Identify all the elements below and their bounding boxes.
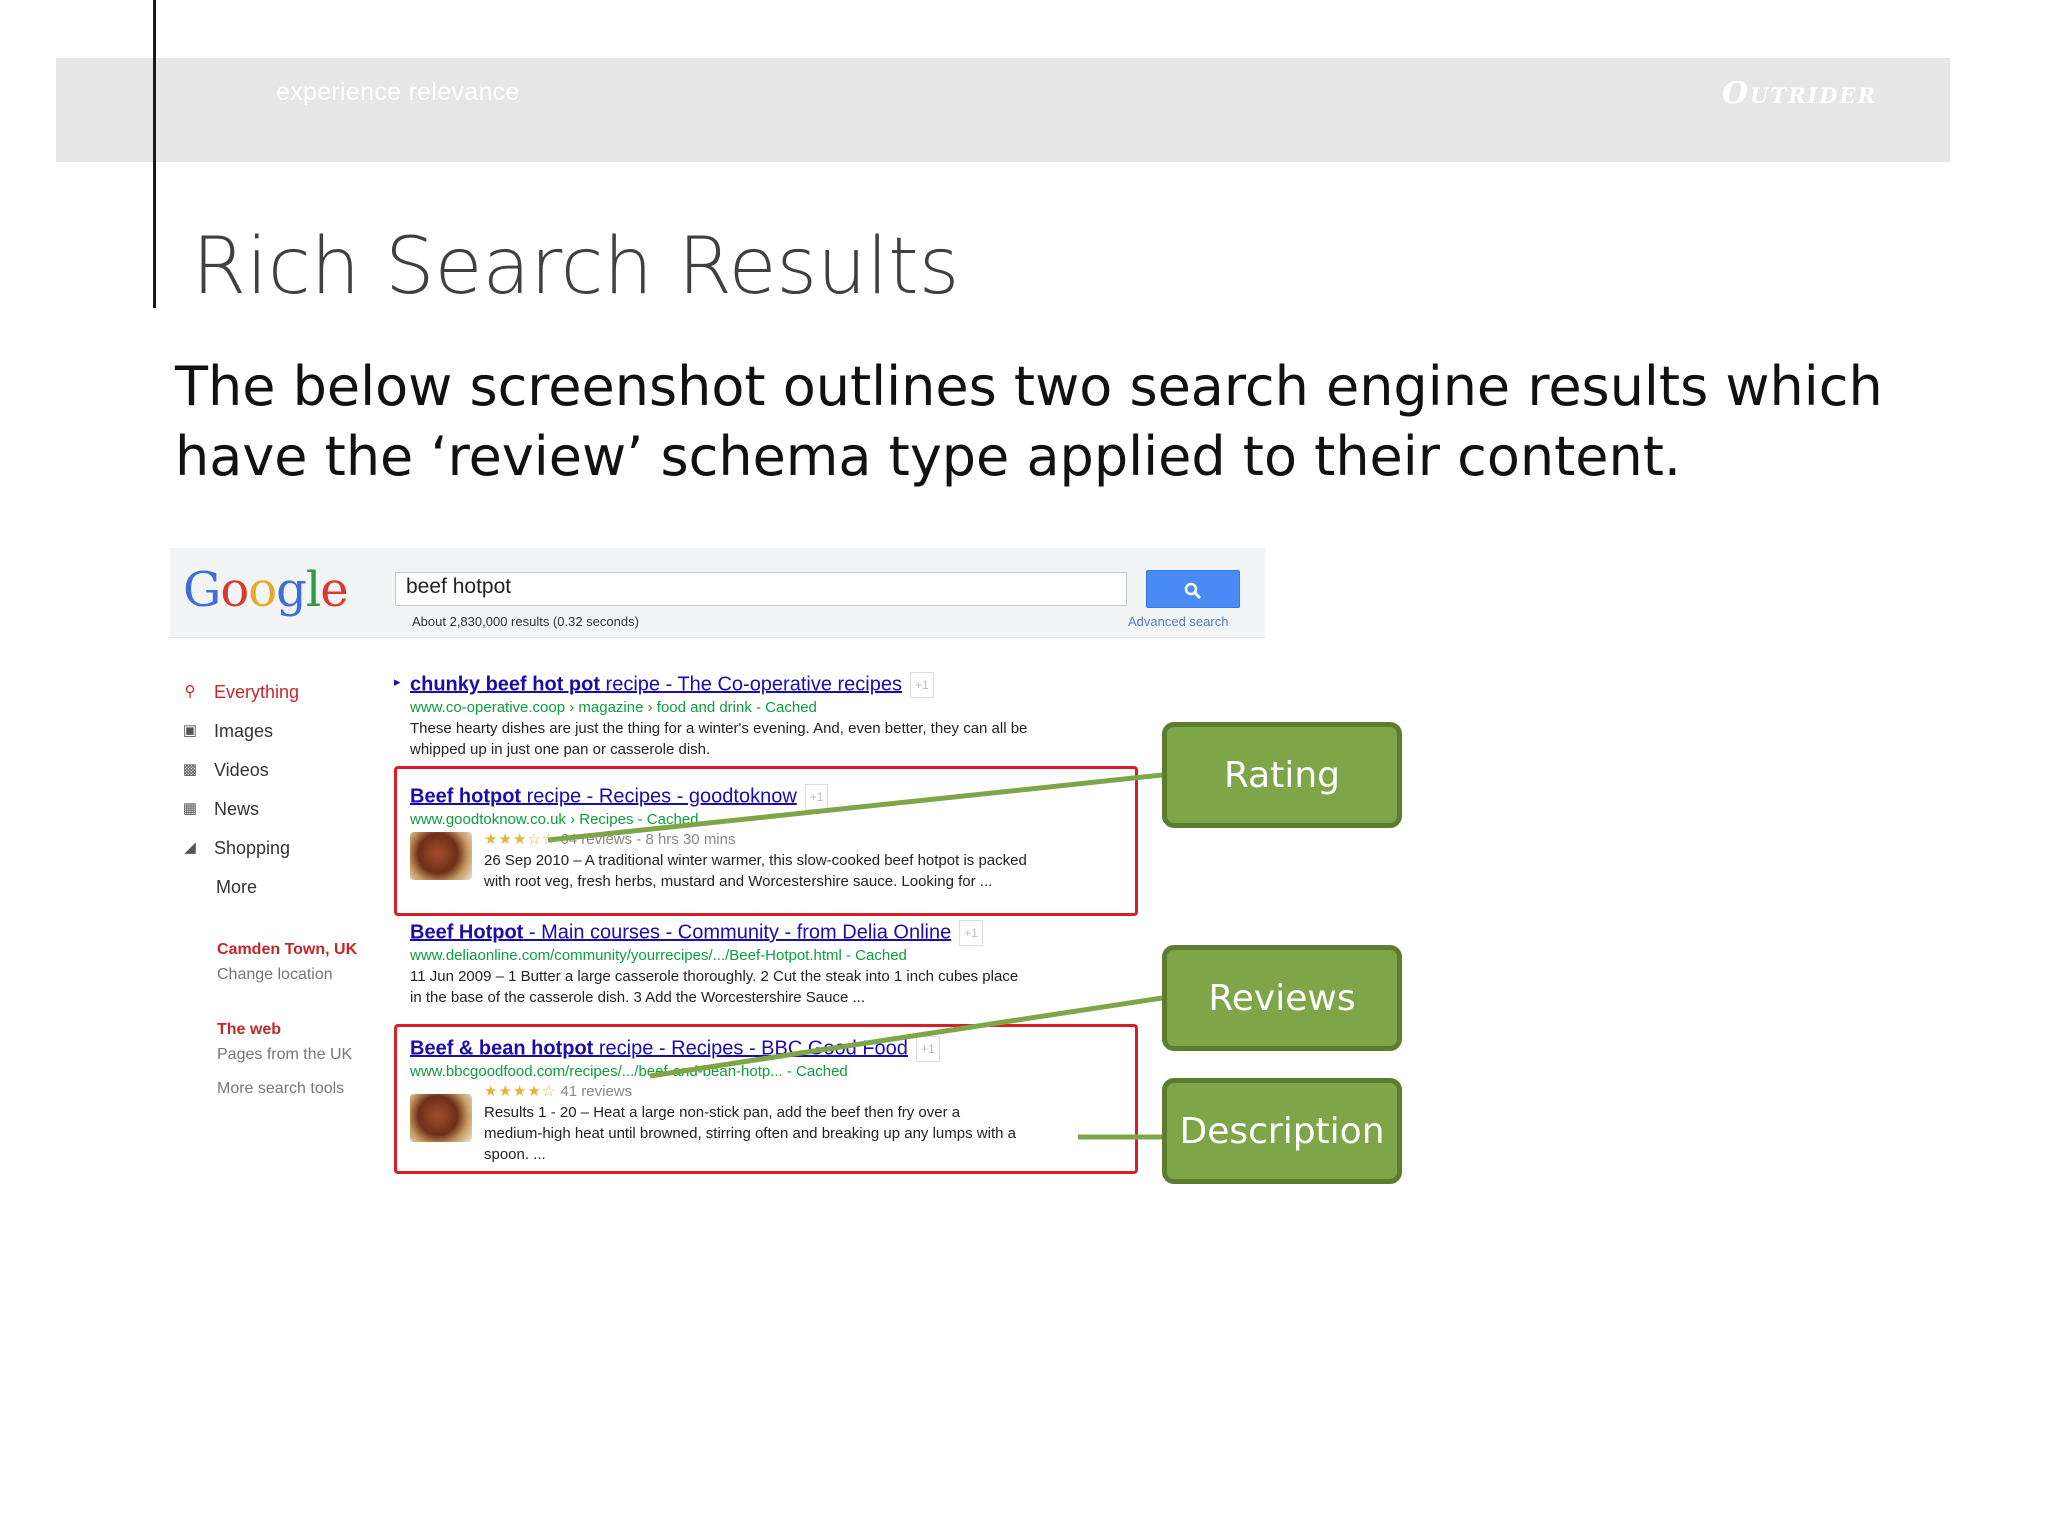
result-snippet: Results 1 - 20 – Heat a large non-stick … [484,1104,961,1121]
change-location-link[interactable]: Change location [217,966,333,984]
sidebar-label: Videos [214,759,269,780]
result-url[interactable]: www.deliaonline.com/community/yourrecipe… [410,946,1170,966]
camera-icon: ▣ [182,722,198,739]
result-title-link[interactable]: Beef Hotpot - Main courses - Community -… [410,920,1170,946]
star-rating: ★★★★☆ [484,1083,557,1100]
plusone-icon[interactable]: +1 [804,784,829,810]
search-input[interactable]: beef hotpot [395,572,1127,606]
advanced-search-link[interactable]: Advanced search [1128,614,1228,629]
callout-reviews: Reviews [1162,945,1402,1051]
sidebar-item-videos[interactable]: ▩ Videos [180,758,269,782]
result-url[interactable]: www.bbcgoodfood.com/recipes/.../beef-and… [410,1062,1170,1082]
google-header: Google beef hotpot About 2,830,000 resul… [170,548,1265,638]
result-title-rest: recipe - Recipes - goodtoknow [521,785,797,808]
result-snippet: in the base of the casserole dish. 3 Add… [410,989,865,1006]
sidebar-item-news[interactable]: ▦ News [180,797,259,821]
result-thumbnail[interactable] [410,1094,472,1142]
logo-letter: G [183,562,221,618]
result-title-bold: chunky beef hot pot [410,673,600,696]
logo-letter: l [305,562,321,618]
result-snippet: medium-high heat until browned, stirring… [484,1125,1016,1142]
plusone-icon[interactable]: +1 [915,1036,940,1062]
result-url[interactable]: www.co-operative.coop › magazine › food … [410,698,1170,718]
logo-letter: o [220,562,249,618]
outrider-logo: Outrider [1722,76,1878,111]
result-snippet: 26 Sep 2010 – A traditional winter warme… [484,852,1027,869]
search-result: Beef & bean hotpot recipe - Recipes - BB… [410,1036,1170,1165]
tagline: experience relevance [276,78,520,106]
result-stats: About 2,830,000 results (0.32 seconds) [412,614,639,629]
google-logo[interactable]: Google [183,562,349,618]
header-band [56,58,1950,162]
result-snippet: spoon. ... [484,1146,546,1163]
arrow-icon: ▸ [394,674,401,689]
slide-body: The below screenshot outlines two search… [175,352,1975,492]
result-thumbnail[interactable] [410,832,472,880]
callout-rating: Rating [1162,722,1402,828]
body-line: The below screenshot outlines two search… [175,355,1883,418]
result-rating: ★★★★☆ 41 reviews [484,1082,1170,1102]
result-title-bold: Beef & bean hotpot [410,1037,594,1060]
logo-letter: o [248,562,277,618]
review-count: 41 reviews [560,1083,633,1100]
result-title-bold: Beef Hotpot [410,921,524,944]
result-snippet: These hearty dishes are just the thing f… [410,720,1028,737]
plusone-icon[interactable]: +1 [959,920,983,946]
result-url[interactable]: www.goodtoknow.co.uk › Recipes - Cached [410,810,1170,830]
result-snippet: whipped up in just one pan or casserole … [410,741,711,758]
star-rating: ★★★☆☆ [484,831,557,848]
slide-title: Rich Search Results [192,222,960,312]
result-title-rest: - Main courses - Community - from Delia … [523,921,952,944]
search-result: Beef hotpot recipe - Recipes - goodtokno… [410,784,1170,892]
pages-from-uk-link[interactable]: Pages from the UK [217,1046,352,1064]
callout-description: Description [1162,1078,1402,1184]
sidebar-item-images[interactable]: ▣ Images [180,719,273,743]
result-rating: ★★★☆☆ 64 reviews - 8 hrs 30 mins [484,830,1170,850]
result-title-bold: Beef hotpot [410,785,522,808]
more-search-tools-link[interactable]: More search tools [217,1080,344,1098]
sidebar-item-everything[interactable]: ⚲ Everything [180,680,300,704]
plusone-icon[interactable]: +1 [910,672,934,698]
vertical-divider [153,0,156,308]
sidebar-label: Images [214,720,274,741]
sidebar-label: Shopping [214,837,291,858]
review-count: 64 reviews - 8 hrs 30 mins [560,831,736,848]
search-button[interactable] [1146,570,1240,608]
search-result: ▸ chunky beef hot pot recipe - The Co-op… [394,672,1170,760]
result-title-link[interactable]: chunky beef hot pot recipe - The Co-oper… [410,672,1170,698]
tag-icon: ◢ [184,839,196,856]
search-result: Beef Hotpot - Main courses - Community -… [410,920,1170,1008]
film-icon: ▩ [182,761,198,778]
sidebar-label: News [214,798,260,819]
logo-letter: e [320,562,348,618]
location-label: Camden Town, UK [217,941,358,958]
sidebar-label: Everything [214,681,300,702]
search-icon [1184,582,1202,599]
newspaper-icon: ▦ [182,800,198,817]
sidebar-item-more[interactable]: More [216,875,257,899]
sidebar-item-shopping[interactable]: ◢ Shopping [180,836,290,860]
result-title-link[interactable]: Beef & bean hotpot recipe - Recipes - BB… [410,1036,1170,1062]
search-icon: ⚲ [184,683,196,700]
sidebar-label: More [216,876,258,897]
body-line: have the ‘review’ schema type applied to… [175,425,1682,488]
result-title-rest: recipe - Recipes - BBC Good Food [593,1037,908,1060]
logo-letter: g [276,562,307,618]
result-title-link[interactable]: Beef hotpot recipe - Recipes - goodtokno… [410,784,1170,810]
result-title-rest: recipe - The Co-operative recipes [600,673,902,696]
result-snippet: with root veg, fresh herbs, mustard and … [484,873,993,890]
result-snippet: 11 Jun 2009 – 1 Butter a large casserole… [410,968,1019,985]
the-web-label[interactable]: The web [217,1021,281,1039]
